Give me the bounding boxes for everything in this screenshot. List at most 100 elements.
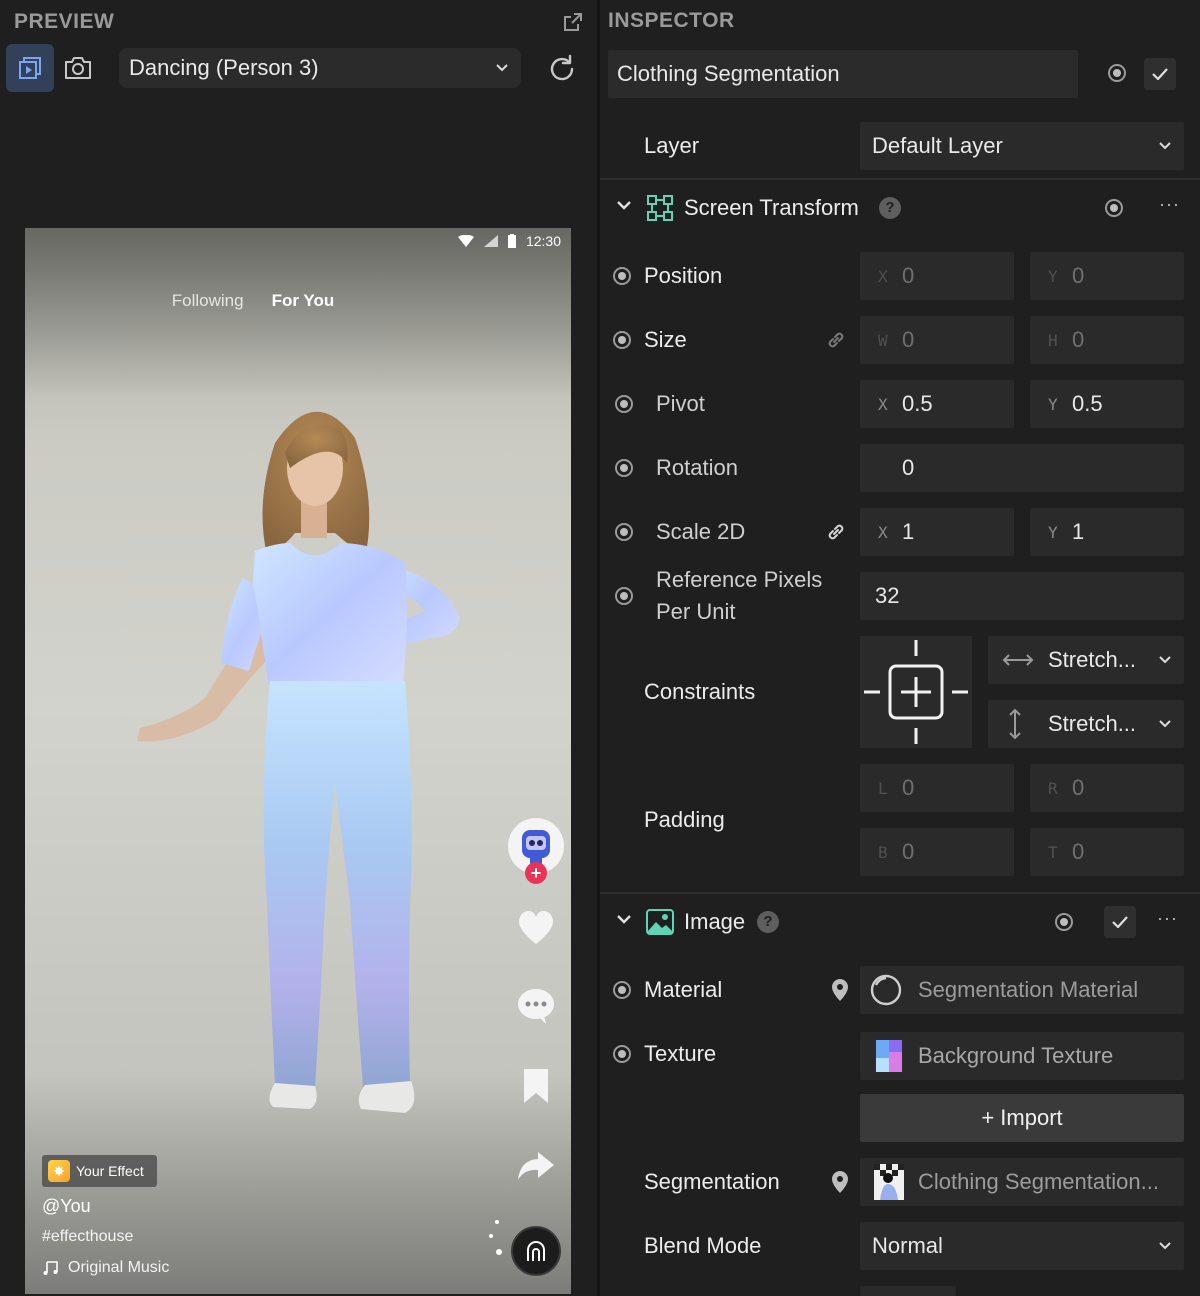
object-visibility-radio[interactable] (1108, 64, 1126, 82)
help-icon[interactable]: ? (879, 197, 901, 219)
effect-badge[interactable]: ✸ Your Effect (42, 1155, 157, 1187)
heart-icon[interactable] (516, 908, 556, 948)
position-y-field[interactable]: Y 0 (1030, 252, 1184, 300)
size-h-field[interactable]: H 0 (1030, 316, 1184, 364)
image-enabled-checkbox[interactable] (1104, 906, 1136, 938)
layer-select[interactable]: Default Layer (860, 122, 1184, 170)
horizontal-constraint-select[interactable]: Stretch... (988, 636, 1184, 684)
wifi-icon (457, 235, 474, 247)
pivot-keyframe-radio[interactable] (615, 395, 633, 413)
effect-badge-label: Your Effect (76, 1163, 144, 1179)
scene-select[interactable]: Dancing (Person 3) (119, 48, 521, 88)
floating-notes-icon (489, 1220, 502, 1255)
rotation-keyframe-radio[interactable] (615, 459, 633, 477)
scale-keyframe-radio[interactable] (615, 523, 633, 541)
pin-icon[interactable] (830, 978, 850, 1002)
tab-for-you[interactable]: For You (272, 291, 335, 311)
scale-y-field[interactable]: Y 1 (1030, 508, 1184, 556)
rotation-field[interactable]: 0 (860, 444, 1184, 492)
pivot-x-value: 0.5 (902, 391, 933, 416)
inspector-title: INSPECTOR (608, 9, 735, 32)
preview-mode-button[interactable] (6, 44, 54, 92)
chevron-down-icon (1159, 142, 1171, 150)
position-label: Position (644, 263, 723, 288)
screen-transform-title: Screen Transform (684, 195, 859, 220)
segmentation-label: Segmentation (644, 1169, 780, 1194)
link-icon[interactable] (826, 330, 846, 350)
padding-t-field[interactable]: T 0 (1030, 828, 1184, 876)
image-section-title: Image (684, 909, 746, 934)
pivot-x-field[interactable]: X 0.5 (860, 380, 1014, 428)
status-bar: 12:30 (457, 233, 561, 249)
ref-pixels-label-line1: Reference Pixels (656, 567, 823, 592)
screen-transform-radio[interactable] (1105, 199, 1123, 217)
object-name-input[interactable]: Clothing Segmentation (608, 50, 1078, 98)
axis-label: Y (1048, 266, 1058, 286)
share-icon[interactable] (516, 1146, 556, 1186)
more-options-icon[interactable]: ··· (1159, 194, 1180, 215)
import-button[interactable]: + Import (860, 1094, 1184, 1142)
phone-preview[interactable]: 12:30 Following For You + ✸ Your Effect … (25, 228, 571, 1294)
size-w-field[interactable]: W 0 (860, 316, 1014, 364)
material-sphere-icon (870, 974, 902, 1006)
texture-field[interactable]: Background Texture (860, 1032, 1184, 1080)
help-icon[interactable]: ? (757, 911, 779, 933)
material-keyframe-radio[interactable] (613, 981, 631, 999)
material-field[interactable]: Segmentation Material (860, 966, 1184, 1014)
rotation-label: Rotation (656, 455, 738, 480)
collapse-chevron-icon[interactable] (616, 200, 632, 212)
padding-label: Padding (644, 807, 725, 832)
music-label: Original Music (68, 1259, 170, 1276)
axis-label: T (1048, 842, 1058, 862)
pin-icon[interactable] (830, 1170, 850, 1194)
image-icon (646, 909, 674, 935)
padding-b-field[interactable]: B 0 (860, 828, 1014, 876)
signal-icon (483, 235, 498, 247)
music-disc[interactable] (511, 1226, 561, 1276)
pivot-label: Pivot (656, 391, 705, 416)
chevron-down-icon (1159, 656, 1171, 664)
comment-icon[interactable] (516, 986, 556, 1026)
size-h-value: 0 (1072, 327, 1085, 352)
bookmark-icon[interactable] (516, 1066, 556, 1106)
position-keyframe-radio[interactable] (613, 267, 631, 285)
blend-mode-select[interactable]: Normal (860, 1222, 1184, 1270)
more-options-icon[interactable]: ··· (1157, 908, 1178, 929)
next-field-partial[interactable] (860, 1286, 956, 1296)
size-label: Size (644, 327, 687, 352)
scale-x-field[interactable]: X 1 (860, 508, 1014, 556)
anchor-crosshair-icon (864, 640, 968, 744)
tab-following[interactable]: Following (172, 291, 244, 311)
user-handle[interactable]: @You (42, 1196, 91, 1217)
padding-r-field[interactable]: R 0 (1030, 764, 1184, 812)
battery-icon (507, 234, 516, 248)
position-x-field[interactable]: X 0 (860, 252, 1014, 300)
texture-keyframe-radio[interactable] (613, 1045, 631, 1063)
follow-plus-icon[interactable]: + (525, 862, 547, 884)
blend-mode-label: Blend Mode (644, 1233, 762, 1258)
position-y-value: 0 (1072, 263, 1085, 288)
image-radio[interactable] (1055, 913, 1073, 931)
pivot-y-field[interactable]: Y 0.5 (1030, 380, 1184, 428)
vertical-constraint-select[interactable]: Stretch... (988, 700, 1184, 748)
camera-button[interactable] (58, 44, 98, 92)
size-keyframe-radio[interactable] (613, 331, 631, 349)
link-icon[interactable] (826, 522, 846, 542)
scale-x-value: 1 (902, 519, 915, 544)
hashtag[interactable]: #effecthouse (42, 1228, 133, 1246)
axis-label: X (878, 266, 888, 286)
layer-label: Layer (644, 133, 700, 158)
padding-l-field[interactable]: L 0 (860, 764, 1014, 812)
ref-pixels-field[interactable]: 32 (860, 572, 1184, 620)
collapse-chevron-icon[interactable] (616, 914, 632, 926)
axis-label: H (1048, 330, 1058, 350)
segmentation-thumbnail-icon (874, 1164, 904, 1200)
refresh-icon[interactable] (545, 52, 579, 86)
anchor-preset-widget[interactable] (860, 636, 972, 748)
popout-icon[interactable] (562, 11, 584, 33)
music-info[interactable]: Original Music (42, 1259, 169, 1277)
object-enabled-checkbox[interactable] (1144, 58, 1176, 90)
segmentation-field[interactable]: Clothing Segmentation... (860, 1158, 1184, 1206)
ref-pixels-keyframe-radio[interactable] (615, 587, 633, 605)
section-divider (600, 892, 1200, 894)
